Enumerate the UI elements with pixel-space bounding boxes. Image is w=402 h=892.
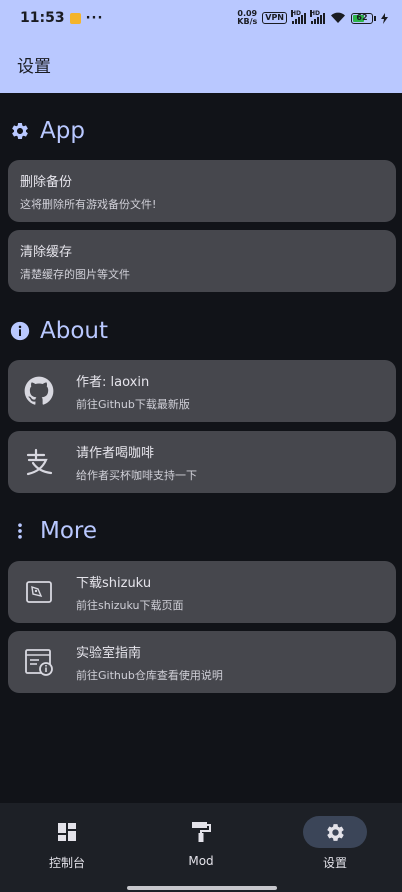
nav-label-mod: Mod [188, 854, 214, 868]
shizuku-icon [16, 569, 62, 615]
guide-icon [16, 639, 62, 685]
home-indicator[interactable] [127, 886, 277, 890]
more-vert-icon [18, 523, 22, 539]
charging-icon [381, 12, 388, 24]
status-bar: 11:53 ··· 0.09 KB/s VPN HD HD 62 [0, 0, 402, 36]
section-title-about: About [40, 318, 109, 344]
section-header-about: About [10, 318, 108, 344]
page-title: 设置 [17, 57, 51, 77]
section-header-app: App [10, 118, 85, 144]
coffee-card[interactable]: 请作者喝咖啡 给作者买杯咖啡支持一下 [8, 431, 396, 493]
nav-label-dashboard: 控制台 [48, 856, 85, 870]
battery-icon: 62 [351, 12, 376, 24]
clear-cache-card[interactable]: 清除缓存 清楚缓存的图片等文件 [8, 230, 396, 292]
network-speed-unit: KB/s [237, 17, 258, 26]
author-card[interactable]: 作者: laoxin 前往Github下载最新版 [8, 360, 396, 422]
section-title-more: More [40, 518, 98, 544]
alipay-icon [16, 439, 62, 485]
author-subtitle: 前往Github下载最新版 [76, 397, 190, 411]
status-more-icon: ··· [85, 10, 104, 26]
nav-item-settings[interactable]: 设置 [268, 803, 402, 892]
nav-label-settings: 设置 [322, 856, 347, 870]
info-icon [10, 321, 30, 341]
vpn-badge: VPN [262, 12, 287, 24]
author-title: 作者: laoxin [76, 374, 150, 390]
wifi-icon [331, 12, 345, 23]
github-icon [16, 368, 62, 414]
nav-item-dashboard[interactable]: 控制台 [0, 803, 134, 892]
section-title-app: App [40, 118, 85, 144]
guide-subtitle: 前往Github仓库查看使用说明 [76, 668, 223, 682]
delete-backup-card[interactable]: 删除备份 这将删除所有游戏备份文件! [8, 160, 396, 222]
shizuku-subtitle: 前往shizuku下载页面 [76, 598, 184, 612]
section-header-more: More [10, 518, 97, 544]
network-speed: 0.09 KB/s [237, 10, 257, 26]
guide-card[interactable]: 实验室指南 前往Github仓库查看使用说明 [8, 631, 396, 693]
notification-icon [69, 12, 81, 24]
guide-title: 实验室指南 [76, 645, 142, 661]
delete-backup-subtitle: 这将删除所有游戏备份文件! [20, 197, 157, 211]
app-bar: 设置 [0, 36, 402, 93]
bottom-nav: 控制台 Mod 设置 [0, 803, 402, 892]
coffee-title: 请作者喝咖啡 [76, 445, 155, 461]
gear-icon [12, 123, 28, 139]
status-time: 11:53 [20, 10, 65, 26]
nav-item-mod[interactable]: Mod [134, 803, 268, 892]
signal-icon-2: HD [310, 9, 325, 24]
signal-icon: HD [291, 9, 306, 24]
battery-level: 62 [356, 12, 368, 22]
clear-cache-title: 清除缓存 [20, 244, 73, 260]
shizuku-title: 下载shizuku [76, 575, 152, 591]
signal-hd-label-2: HD [310, 9, 321, 17]
clear-cache-subtitle: 清楚缓存的图片等文件 [20, 267, 130, 281]
shizuku-card[interactable]: 下载shizuku 前往shizuku下载页面 [8, 561, 396, 623]
dashboard-icon [35, 816, 99, 848]
paint-roller-icon [169, 816, 233, 848]
delete-backup-title: 删除备份 [20, 174, 73, 190]
signal-hd-label: HD [291, 9, 302, 17]
coffee-subtitle: 给作者买杯咖啡支持一下 [76, 468, 197, 482]
gear-icon [303, 816, 367, 848]
